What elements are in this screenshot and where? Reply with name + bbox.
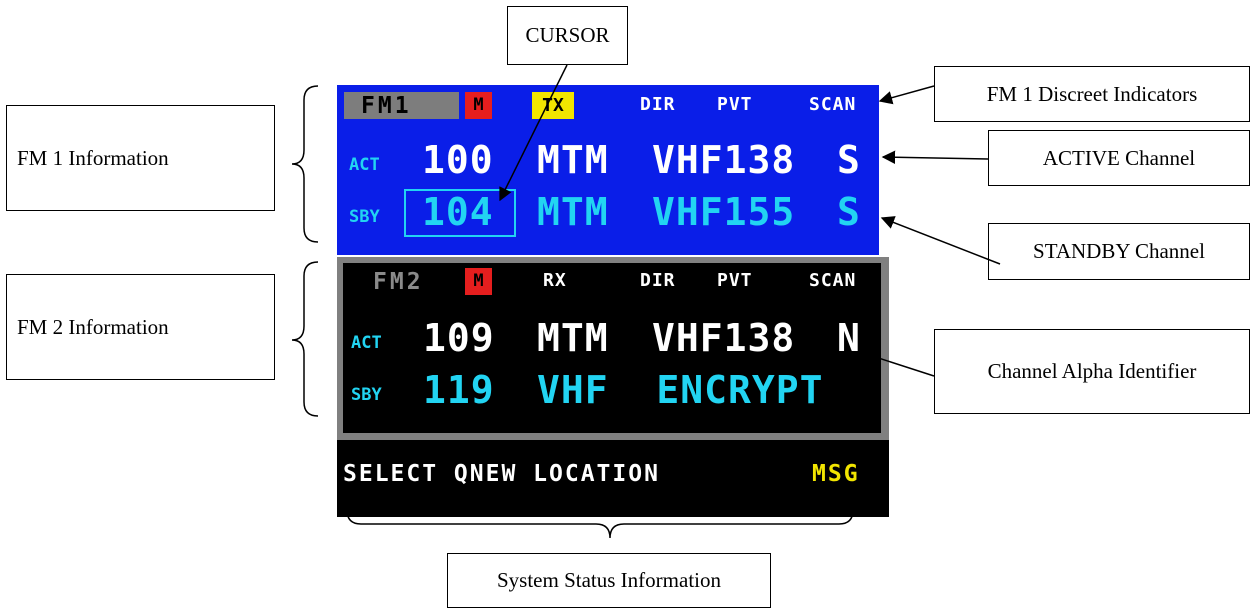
- fm1-brace: [291, 85, 319, 243]
- fm1-discreet-arrow: [878, 85, 935, 105]
- cursor-arrow: [499, 64, 568, 202]
- system-status-brace: [346, 509, 854, 539]
- active-channel-arrow: [881, 150, 989, 164]
- fm2-brace: [291, 261, 319, 417]
- annotation-overlay: [291, 64, 1001, 539]
- alpha-identifier-arrow: [859, 351, 935, 377]
- standby-channel-arrow: [880, 216, 1001, 265]
